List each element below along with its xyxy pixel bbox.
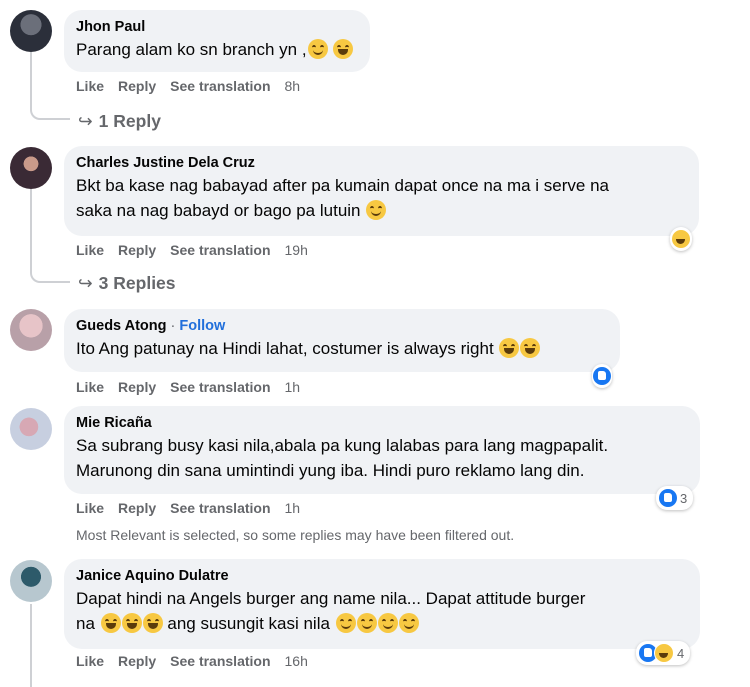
reply-button[interactable]: Reply	[118, 242, 156, 258]
comment-bubble: Jhon Paul Parang alam ko sn branch yn ,	[64, 10, 370, 72]
comment-author[interactable]: Gueds Atong	[76, 318, 166, 334]
reply-button[interactable]: Reply	[118, 379, 156, 395]
reaction-summary[interactable]	[670, 227, 692, 251]
separator-dot: ·	[170, 318, 176, 334]
reply-arrow-icon: ↪	[78, 273, 93, 293]
laughing-emoji-icon	[520, 338, 541, 358]
reply-arrow-icon: ↪	[78, 111, 93, 131]
see-translation-link[interactable]: See translation	[170, 242, 270, 258]
comment-bubble: Janice Aquino Dulatre Dapat hindi na Ang…	[64, 559, 700, 649]
comment-author[interactable]: Janice Aquino Dulatre	[76, 567, 688, 586]
comment-text: saka na nag babayd or bago pa lutuin	[76, 198, 687, 223]
comment-actions: Like Reply See translation 1h	[76, 500, 314, 516]
view-replies-link[interactable]: ↪ 1 Reply	[78, 111, 161, 132]
comment-bubble: Gueds Atong · Follow Ito Ang patunay na …	[64, 309, 620, 372]
comment-timestamp[interactable]: 8h	[285, 78, 301, 94]
like-reaction-icon	[659, 489, 677, 507]
see-translation-link[interactable]: See translation	[170, 78, 270, 94]
reaction-count: 4	[677, 645, 685, 661]
comment-timestamp[interactable]: 16h	[285, 653, 308, 669]
like-button[interactable]: Like	[76, 242, 104, 258]
reaction-summary[interactable]: 4	[636, 641, 691, 665]
like-button[interactable]: Like	[76, 379, 104, 395]
comment-text-line: Ito Ang patunay na Hindi lahat, costumer…	[76, 339, 494, 358]
comment-text-line: ang susungit kasi nila	[167, 614, 330, 633]
haha-reaction-icon	[671, 229, 691, 249]
laughing-emoji-icon	[142, 613, 163, 633]
thread-line	[30, 604, 32, 687]
comment-author-line: Gueds Atong · Follow	[76, 317, 608, 336]
avatar[interactable]	[10, 309, 52, 351]
comment-timestamp[interactable]: 19h	[285, 242, 308, 258]
comment-actions: Like Reply See translation 8h	[76, 78, 314, 94]
like-button[interactable]: Like	[76, 653, 104, 669]
laughing-emoji-icon	[499, 338, 520, 358]
reaction-summary[interactable]: 3	[656, 486, 694, 510]
reply-button[interactable]: Reply	[118, 500, 156, 516]
comment-text-line: Dapat hindi na Angels burger ang name ni…	[76, 589, 586, 608]
laughing-emoji-icon	[121, 613, 142, 633]
comment-text-line: na	[76, 614, 95, 633]
follow-button[interactable]: Follow	[179, 318, 225, 334]
comment-timestamp[interactable]: 1h	[285, 500, 301, 516]
comment-actions: Like Reply See translation 16h	[76, 653, 322, 669]
thread-line	[30, 52, 70, 120]
replies-label: 3 Replies	[98, 273, 176, 293]
comment-timestamp[interactable]: 1h	[285, 379, 301, 395]
replies-label: 1 Reply	[98, 111, 161, 131]
comment-text-line: saka na nag babayd or bago pa lutuin	[76, 201, 361, 220]
comment-author[interactable]: Mie Ricaña	[76, 414, 688, 433]
comment-text: Parang alam ko sn branch yn ,	[76, 37, 358, 62]
reply-button[interactable]: Reply	[118, 78, 156, 94]
comment-bubble: Mie Ricaña Sa subrang busy kasi nila,aba…	[64, 406, 700, 494]
see-translation-link[interactable]: See translation	[170, 653, 270, 669]
filter-notice: Most Relevant is selected, so some repli…	[76, 527, 515, 543]
like-button[interactable]: Like	[76, 500, 104, 516]
reaction-summary[interactable]	[592, 364, 612, 388]
see-translation-link[interactable]: See translation	[170, 500, 270, 516]
view-replies-link[interactable]: ↪ 3 Replies	[78, 273, 176, 294]
see-translation-link[interactable]: See translation	[170, 379, 270, 395]
comment-actions: Like Reply See translation 1h	[76, 379, 314, 395]
smile-emoji-icon	[398, 613, 419, 633]
laughing-emoji-icon	[333, 39, 354, 59]
haha-reaction-icon	[654, 643, 674, 663]
like-reaction-icon	[593, 367, 611, 385]
comment-bubble: Charles Justine Dela Cruz Bkt ba kase na…	[64, 146, 699, 236]
comment-text-line: Bkt ba kase nag babayad after pa kumain …	[76, 176, 610, 195]
comment-text-line: Parang alam ko sn branch yn ,	[76, 40, 307, 59]
avatar[interactable]	[10, 147, 52, 189]
grin-emoji-icon	[307, 39, 328, 59]
comment-actions: Like Reply See translation 19h	[76, 242, 322, 258]
comment-text: na ang susungit kasi nila	[76, 611, 688, 636]
comment-text-line: Marunong din sana umintindi yung iba. Hi…	[76, 461, 585, 480]
laughing-emoji-icon	[100, 613, 121, 633]
comment-text: Ito Ang patunay na Hindi lahat, costumer…	[76, 336, 608, 361]
smile-emoji-icon	[356, 613, 377, 633]
avatar[interactable]	[10, 10, 52, 52]
smile-emoji-icon	[335, 613, 356, 633]
reply-button[interactable]: Reply	[118, 653, 156, 669]
smile-emoji-icon	[377, 613, 398, 633]
avatar[interactable]	[10, 408, 52, 450]
thread-line	[30, 189, 70, 283]
avatar[interactable]	[10, 560, 52, 602]
comment-author[interactable]: Charles Justine Dela Cruz	[76, 154, 687, 173]
like-button[interactable]: Like	[76, 78, 104, 94]
comment-author[interactable]: Jhon Paul	[76, 18, 358, 37]
comment-text-line: Sa subrang busy kasi nila,abala pa kung …	[76, 436, 609, 455]
reaction-count: 3	[680, 490, 688, 506]
smile-emoji-icon	[366, 200, 387, 220]
